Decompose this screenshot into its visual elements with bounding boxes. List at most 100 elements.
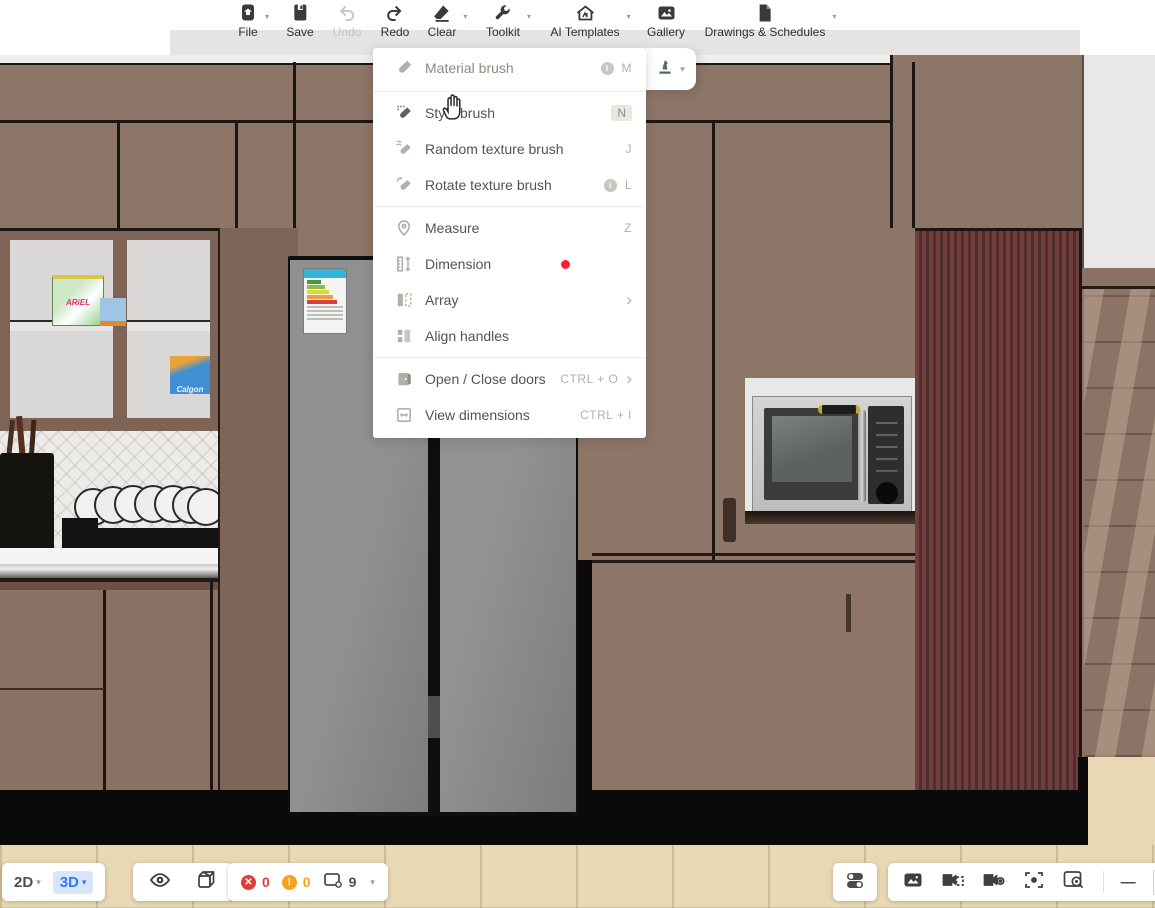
toggles-icon-button[interactable] (843, 868, 867, 897)
caret-down-icon: ▾ (463, 12, 467, 21)
corner-panel (218, 228, 298, 790)
undo-button[interactable]: Undo (333, 3, 362, 39)
fridge-foot (518, 812, 574, 842)
ai-templates-button[interactable]: ▾ AI Templates (550, 3, 619, 39)
warning-count: 0 (303, 874, 311, 890)
ai-house-icon (574, 3, 596, 23)
caret-down-icon: ▾ (265, 12, 269, 21)
caret-down-icon: ▾ (36, 877, 41, 888)
caret-down-icon: ▾ (370, 877, 375, 888)
door-icon (395, 370, 413, 388)
visibility-eye-button[interactable] (149, 869, 171, 896)
menu-separator (373, 91, 646, 92)
display-options-group (133, 863, 233, 901)
info-icon[interactable]: i (601, 62, 614, 75)
issues-group[interactable]: ✕ 0 ! 0 9 ▾ (228, 863, 388, 901)
view-dimensions-icon (395, 406, 413, 424)
microwave-handle (858, 410, 866, 502)
cabinet-seam (890, 55, 893, 228)
align-handles-icon (395, 327, 413, 345)
fridge-energy-label (303, 268, 347, 334)
redo-button[interactable]: Redo (381, 3, 410, 39)
focus-center-button[interactable] (1023, 869, 1045, 896)
file-button[interactable]: ▾ File (238, 3, 258, 39)
caret-down-icon: ▾ (527, 12, 531, 21)
view-mode-group: 2D ▾ 3D ▾ (2, 863, 105, 901)
eraser-icon (432, 3, 452, 23)
undo-icon (337, 3, 357, 23)
menu-item-material-brush[interactable]: Material brush i M (373, 48, 646, 88)
menu-item-open-close-doors[interactable]: Open / Close doors CTRL + O › (373, 361, 646, 397)
warning-badge-icon: ! (282, 875, 297, 890)
redo-icon (385, 3, 405, 23)
hand-cursor-icon (440, 93, 466, 126)
microwave-hinge (818, 405, 860, 414)
random-texture-brush-icon (395, 140, 413, 158)
separator (1103, 871, 1104, 893)
menu-item-align-handles[interactable]: Align handles (373, 318, 646, 354)
save-icon (290, 3, 310, 23)
cabinet-seam (712, 123, 715, 560)
toolkit-button[interactable]: ▾ Toolkit (486, 3, 520, 39)
menu-item-measure[interactable]: Measure Z (373, 210, 646, 246)
shelf-board (127, 320, 210, 331)
cabinet-seam (235, 123, 238, 228)
chevron-right-icon: › (626, 293, 632, 307)
drawings-schedules-button[interactable]: ▾ Drawings & Schedules (705, 3, 826, 39)
page-count: 9 (349, 874, 357, 890)
shortcut-key-badge: N (611, 105, 632, 121)
counter-rail (0, 564, 230, 578)
cabinet-seam (210, 582, 213, 790)
error-badge-icon: ✕ (241, 875, 256, 890)
material-brush-icon (395, 59, 413, 77)
cube-view-button[interactable] (195, 869, 217, 896)
menu-item-random-texture-brush[interactable]: Random texture brush J (373, 131, 646, 167)
snapshot-image-button[interactable] (902, 869, 924, 896)
caret-down-icon: ▾ (82, 877, 87, 888)
cabinet-handle (846, 594, 851, 632)
gallery-button[interactable]: Gallery (647, 3, 685, 39)
base-cabinets-left (0, 582, 218, 798)
clear-button[interactable]: ▾ Clear (428, 3, 457, 39)
render-tools-group: — 797 (888, 863, 1155, 901)
record-region-button[interactable] (941, 869, 965, 896)
menu-item-rotate-texture-brush[interactable]: Rotate texture brush i L (373, 167, 646, 203)
save-button[interactable]: Save (286, 3, 313, 39)
app-window: ARiEL Calgon (0, 0, 1155, 908)
fridge-shadow (578, 560, 592, 790)
dimension-ruler-icon (395, 255, 413, 273)
tools-dropdown-menu: Material brush i M Style brush N Random … (373, 48, 646, 438)
menu-item-style-brush[interactable]: Style brush N (373, 95, 646, 131)
view-3d-selector[interactable]: 3D ▾ (53, 871, 94, 894)
ariel-box-label: ARiEL (66, 298, 90, 307)
microwave-knob (876, 482, 898, 504)
small-blue-box (100, 298, 126, 326)
menu-separator (373, 206, 646, 207)
info-icon[interactable]: i (604, 179, 617, 192)
gallery-icon (655, 3, 676, 23)
airbrush-icon (657, 58, 673, 81)
chevron-right-icon: › (626, 372, 632, 386)
white-wall (1082, 55, 1155, 268)
menu-item-array[interactable]: Array › (373, 282, 646, 318)
zoom-out-button[interactable]: — (1121, 874, 1136, 891)
zoom-window-button[interactable] (1062, 869, 1086, 896)
ariel-detergent-box: ARiEL (52, 275, 104, 326)
array-icon (395, 291, 413, 309)
wood-stair-wall (1084, 289, 1155, 757)
countertop (0, 548, 228, 565)
menu-item-view-dimensions[interactable]: View dimensions CTRL + I (373, 397, 646, 433)
render-settings-button[interactable] (982, 869, 1006, 896)
style-brush-icon (395, 104, 413, 122)
view-2d-selector[interactable]: 2D ▾ (14, 874, 41, 891)
fluted-panel (915, 228, 1082, 793)
menu-item-dimension[interactable]: Dimension (373, 246, 646, 282)
wall-band (1082, 268, 1155, 289)
brush-type-selector[interactable]: ▾ (646, 48, 696, 90)
caret-down-icon: ▾ (680, 64, 685, 75)
panel-edge (1079, 228, 1082, 790)
niche-shadow (745, 511, 915, 524)
cabinet-seam (117, 123, 120, 228)
calgon-box-label: Calgon (176, 385, 203, 394)
measure-pin-icon (395, 219, 413, 237)
